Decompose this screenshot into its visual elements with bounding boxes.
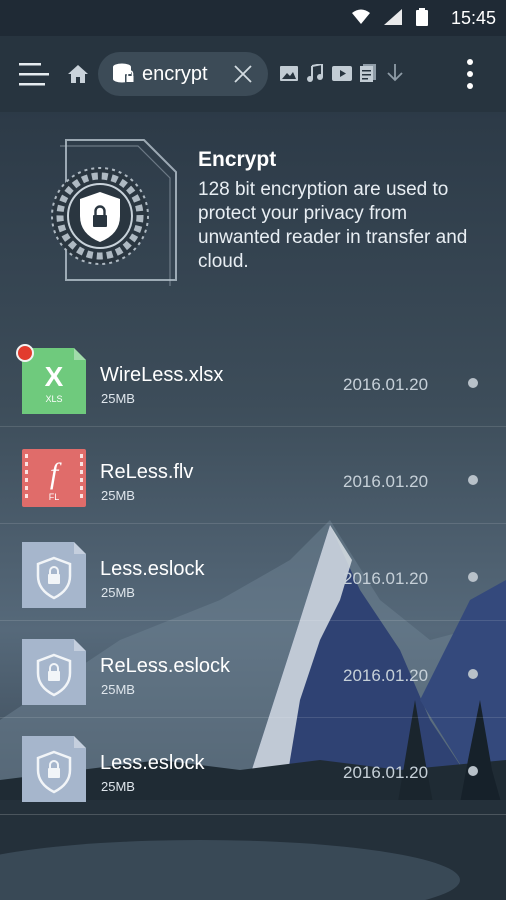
eslock-file-icon [22,736,86,802]
image-icon[interactable] [279,64,299,82]
file-size: 25MB [101,391,135,406]
file-date: 2016.01.20 [343,375,429,394]
more-icon[interactable] [462,58,478,90]
unread-indicator [16,344,34,362]
status-bar: 15:45 [0,0,506,36]
select-dot[interactable] [468,572,478,582]
file-date: 2016.01.20 [343,569,429,588]
toolbar: encrypt [0,36,506,112]
battery-icon [416,8,428,31]
flv-file-icon: f FL [22,449,86,507]
list-item[interactable]: ReLess.eslock 25MB 2016.01.20 [0,621,506,718]
download-icon[interactable] [385,63,405,83]
encrypt-info-card: Encrypt 128 bit encryption are used to p… [0,112,506,302]
list-item[interactable]: Less.eslock 25MB 2016.01.20 [0,524,506,621]
select-dot[interactable] [468,378,478,388]
select-dot[interactable] [468,475,478,485]
list-item[interactable]: X XLS WireLess.xlsx 25MB 2016.01.20 [0,330,506,427]
close-icon[interactable] [234,65,252,83]
lock-drive-icon [112,63,136,85]
encrypt-title: Encrypt [198,148,277,171]
list-item[interactable]: Less.eslock 25MB 2016.01.20 [0,718,506,815]
file-name: ReLess.eslock [100,655,231,677]
file-date: 2016.01.20 [343,666,429,685]
select-dot[interactable] [468,669,478,679]
encrypt-description: 128 bit encryption are used to protect y… [198,179,468,272]
signal-icon [384,9,402,30]
video-icon[interactable] [331,64,353,82]
menu-icon[interactable] [18,60,50,88]
music-icon[interactable] [305,63,325,83]
file-size: 25MB [101,488,135,503]
file-list: X XLS WireLess.xlsx 25MB 2016.01.20 f FL… [0,330,506,815]
file-date: 2016.01.20 [343,763,429,782]
status-icons [352,8,428,31]
status-time: 15:45 [450,8,496,28]
encrypt-shield-icon [51,139,177,286]
breadcrumb-chip-encrypt[interactable]: encrypt [98,52,268,96]
file-glyph: X [45,361,64,392]
select-dot[interactable] [468,766,478,776]
file-type-label: XLS [45,394,62,404]
file-name: ReLess.flv [100,461,194,483]
document-icon[interactable] [358,63,378,83]
eslock-file-icon [22,639,86,705]
file-type-label: FL [49,492,60,502]
file-size: 25MB [101,585,135,600]
wifi-icon [352,9,370,30]
list-item[interactable]: f FL ReLess.flv 25MB 2016.01.20 [0,427,506,524]
file-size: 25MB [101,682,135,697]
file-date: 2016.01.20 [343,472,429,491]
file-size: 25MB [101,779,135,794]
eslock-file-icon [22,542,86,608]
file-name: Less.eslock [100,558,205,580]
file-name: Less.eslock [100,752,205,774]
file-name: WireLess.xlsx [100,364,224,386]
chip-label: encrypt [142,63,208,85]
home-icon[interactable] [66,62,90,86]
